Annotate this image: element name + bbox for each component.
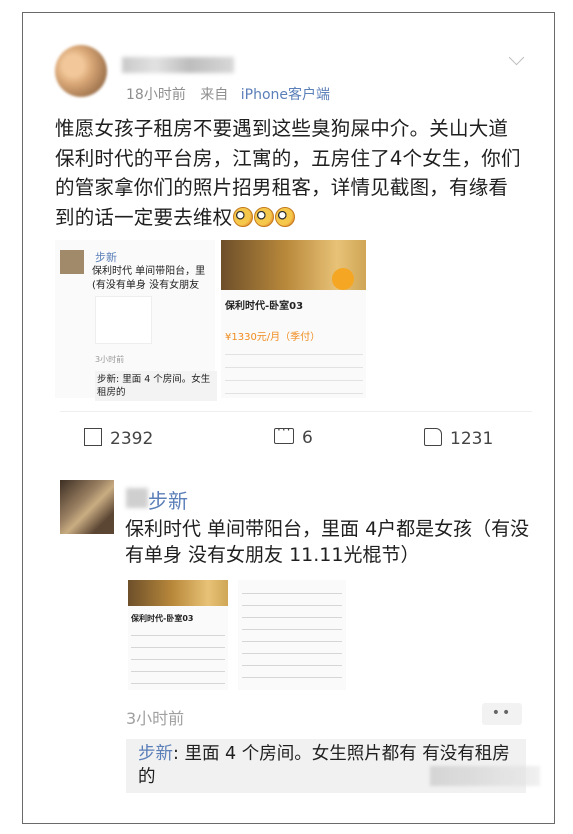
comment-avatar[interactable] (60, 480, 114, 534)
call-icon (332, 268, 354, 290)
comment-image-2[interactable] (238, 580, 346, 690)
emoji-icon (233, 206, 254, 227)
share-button[interactable]: 2392 (84, 428, 153, 449)
post-text: 惟愿女孩子租房不要遇到这些臭狗屎中介。关山大道保利时代的平台房，江寓的，五房住了… (55, 114, 525, 232)
watermark-blurred (430, 766, 540, 786)
like-count: 1231 (450, 429, 494, 449)
comment-count: 6 (302, 428, 313, 448)
mini-time: 3小时前 (95, 355, 125, 364)
comment-time: 3小时前 (126, 709, 185, 728)
listing-details (225, 345, 363, 395)
comment-image-title: 保利时代-卧室03 (131, 614, 194, 623)
more-options-button[interactable]: •• (482, 703, 522, 725)
post-time: 18小时前 (126, 87, 186, 103)
listing-details (131, 628, 225, 686)
user-avatar[interactable] (55, 45, 107, 97)
attached-image-2[interactable]: 保利时代-卧室03 ¥1330元/月（季付） (221, 240, 366, 398)
mini-comment-text: 保利时代 单间带阳台，里(有没有单身 没有女朋友 (92, 266, 206, 291)
source-prefix: 来自 (200, 87, 229, 103)
comment-image-1[interactable]: 保利时代-卧室03 (128, 580, 228, 690)
comment-username[interactable]: 步新 (148, 485, 188, 514)
chevron-down-icon[interactable] (510, 52, 524, 66)
mini-username: 步新 (95, 251, 117, 264)
comment-icon (274, 423, 294, 444)
emoji-icon (254, 206, 275, 227)
comment-button[interactable]: 6 (274, 423, 313, 448)
mini-reply: 步新: 里面 4 个房间。女生租房的 (95, 371, 217, 401)
emoji-icon (275, 206, 296, 227)
source-client[interactable]: iPhone客户端 (241, 87, 330, 103)
share-count: 2392 (110, 429, 154, 449)
listing-title: 保利时代-卧室03 (225, 301, 304, 312)
listing-details (242, 586, 342, 686)
action-bar: 2392 6 1231 (22, 418, 555, 462)
listing-price: ¥1330元/月（季付） (225, 332, 321, 343)
reply-username[interactable]: 步新 (138, 744, 173, 764)
listing-photo (221, 240, 366, 290)
like-button[interactable]: 1231 (424, 428, 493, 449)
attached-image-1[interactable]: 步新 保利时代 单间带阳台，里(有没有单身 没有女朋友 3小时前 步新: 里面 … (55, 240, 217, 401)
listing-photo (128, 580, 228, 606)
divider (60, 411, 532, 412)
mini-avatar (60, 250, 84, 274)
comment-text: 保利时代 单间带阳台，里面 4户都是女孩（有没有单身 没有女朋友 11.11光棍… (125, 518, 530, 566)
mini-listing-card (95, 296, 152, 344)
share-icon (84, 428, 102, 446)
username-blurred[interactable] (122, 57, 234, 73)
post-meta: 18小时前 来自 iPhone客户端 (126, 84, 330, 104)
comment-name-blurred (126, 488, 148, 508)
thumbs-up-icon (424, 428, 442, 446)
